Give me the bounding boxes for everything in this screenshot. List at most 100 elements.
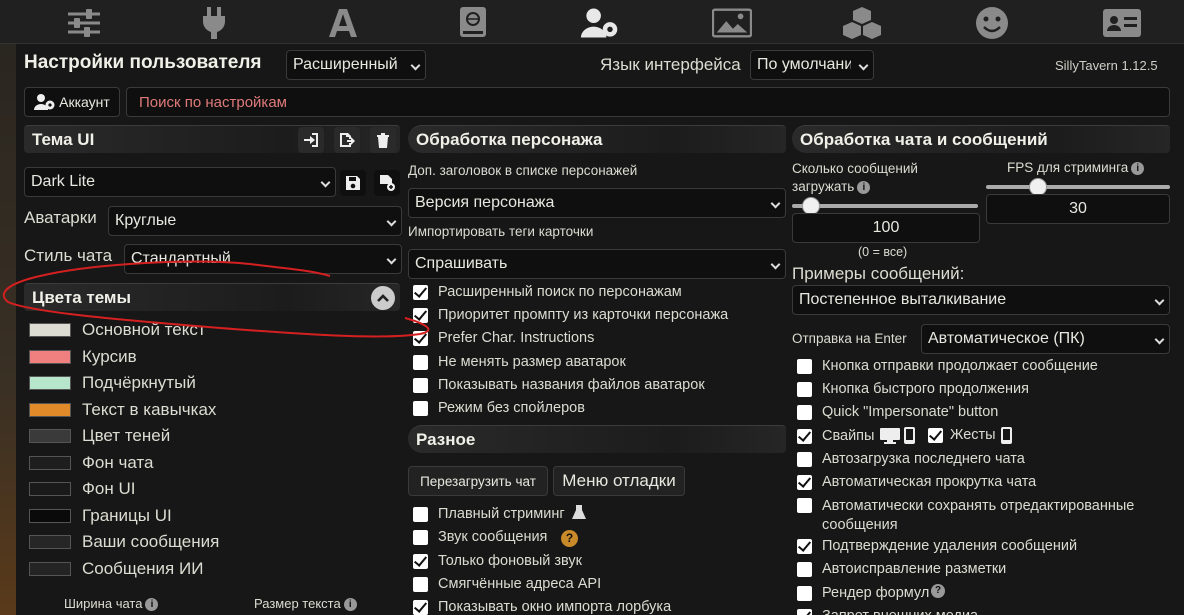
smiley-icon[interactable] [972,6,1012,40]
settings-mode-select[interactable]: Расширенный [286,50,426,80]
new-file-icon[interactable] [374,170,400,196]
export-theme-icon[interactable] [334,127,360,153]
option-label: Prefer Char. Instructions [438,330,595,347]
option-checkbox[interactable] [797,382,812,398]
id-card-icon[interactable] [1102,6,1142,40]
option-checkbox[interactable] [413,507,428,522]
settings-search-input[interactable]: Поиск по настройкам [126,87,1170,117]
gestures-checkbox[interactable] [928,428,943,443]
mobile-icon [904,427,915,444]
text-size-text: Размер текста [254,596,341,611]
option-checkbox[interactable] [797,585,812,601]
color-label: Фон чата [82,452,154,472]
info-icon[interactable]: i [343,598,357,612]
option-label: Свайпы [822,427,875,444]
messages-to-load-slider[interactable] [792,204,978,208]
option-checkbox[interactable] [797,428,812,444]
option-checkbox[interactable] [413,530,428,546]
option-label: Рендер формул [822,584,930,601]
color-swatch[interactable] [29,482,71,496]
language-value: По умолчанию [757,56,851,73]
option-checkbox[interactable] [797,475,812,490]
info-icon[interactable]: i [1131,161,1145,175]
delete-theme-icon[interactable] [370,127,396,153]
option-label: Смягчённые адреса API [438,575,602,592]
chevron-down-icon [1154,334,1165,345]
messages-to-load-input[interactable]: 100 [792,213,980,243]
option-checkbox[interactable] [797,539,812,555]
option-checkbox[interactable] [797,608,812,615]
color-label: Фон UI [82,479,136,498]
option-label: Приоритет промпту из карточки персонажа [438,307,729,324]
option-checkbox[interactable] [797,359,812,374]
save-icon[interactable] [340,170,366,196]
option-checkbox[interactable] [413,285,428,300]
extra-header-select[interactable]: Версия персонажа [408,188,786,218]
color-swatch[interactable] [29,508,71,523]
font-icon[interactable] [323,6,363,40]
info-icon[interactable]: i [857,180,871,194]
debug-menu-button[interactable]: Меню отладки [553,466,685,496]
option-checkbox[interactable] [413,331,428,347]
fps-slider[interactable] [986,185,1170,189]
option-label: Только фоновый звук [438,552,583,569]
color-swatch[interactable] [29,455,71,470]
color-swatch[interactable] [29,535,71,549]
color-swatch[interactable] [29,323,71,337]
chat-width-label: Ширина чата i [64,596,159,612]
import-tags-select[interactable]: Спрашивать [408,249,786,279]
color-swatch[interactable] [29,402,71,417]
fps-input[interactable]: 30 [986,194,1170,224]
option-checkbox[interactable] [797,562,812,578]
option-label: Автоматически сохранять отредактированны… [822,498,1135,534]
examples-select[interactable]: Постепенное выталкивание [792,285,1170,315]
option-checkbox[interactable] [413,377,428,393]
color-swatch[interactable] [29,376,71,390]
option-checkbox[interactable] [413,553,428,569]
option-label: Запрет внешних медиа [822,608,978,615]
option-label: Показывать окно импорта лорбука [438,599,672,615]
chat-style-value: Стандартный [131,250,231,267]
background-strip [0,44,16,615]
import-theme-icon[interactable] [298,127,324,153]
sliders-icon[interactable] [64,6,104,40]
chat-style-select[interactable]: Стандартный [124,244,402,274]
image-icon[interactable] [712,6,752,40]
chat-style-label: Стиль чата [24,246,113,265]
question-icon[interactable]: ? [561,530,578,547]
option-checkbox[interactable] [413,600,428,615]
option-checkbox[interactable] [413,354,428,370]
debug-menu-label: Меню отладки [562,471,676,490]
app-root: Настройки пользователя Расширенный Язык … [0,0,1184,615]
top-nav-bar [0,0,1184,44]
messages-to-load-label: Сколько сообщений загружать i [792,160,952,196]
reload-chat-label: Перезагрузить чат [420,473,536,489]
info-icon[interactable]: i [145,598,159,612]
avatars-select[interactable]: Круглые [108,206,402,236]
color-swatch[interactable] [29,561,71,576]
account-button[interactable]: Аккаунт [24,87,120,117]
book-globe-icon[interactable] [453,6,493,40]
plug-icon[interactable] [194,6,234,40]
option-checkbox[interactable] [797,498,812,514]
option-checkbox[interactable] [413,576,428,592]
collapse-toggle[interactable] [371,286,395,310]
user-gear-icon[interactable] [580,6,620,40]
color-swatch[interactable] [29,429,71,443]
color-swatch[interactable] [29,349,71,364]
option-label: Не менять размер аватарок [438,353,626,370]
question-icon[interactable]: ? [931,584,945,598]
option-label: Автоисправление разметки [822,561,1007,578]
language-label: Язык интерфейса [600,55,741,74]
cubes-icon[interactable] [842,6,882,40]
option-checkbox[interactable] [413,308,428,324]
reload-chat-button[interactable]: Перезагрузить чат [408,466,548,496]
option-checkbox[interactable] [797,451,812,467]
examples-label: Примеры сообщений: [792,264,965,283]
language-select[interactable]: По умолчанию [750,50,874,80]
option-checkbox[interactable] [413,401,428,416]
enter-select[interactable]: Автоматическое (ПК) [921,324,1170,354]
option-label: Расширенный поиск по персонажам [438,284,682,300]
theme-select[interactable]: Dark Lite [24,167,336,197]
option-checkbox[interactable] [797,405,812,421]
